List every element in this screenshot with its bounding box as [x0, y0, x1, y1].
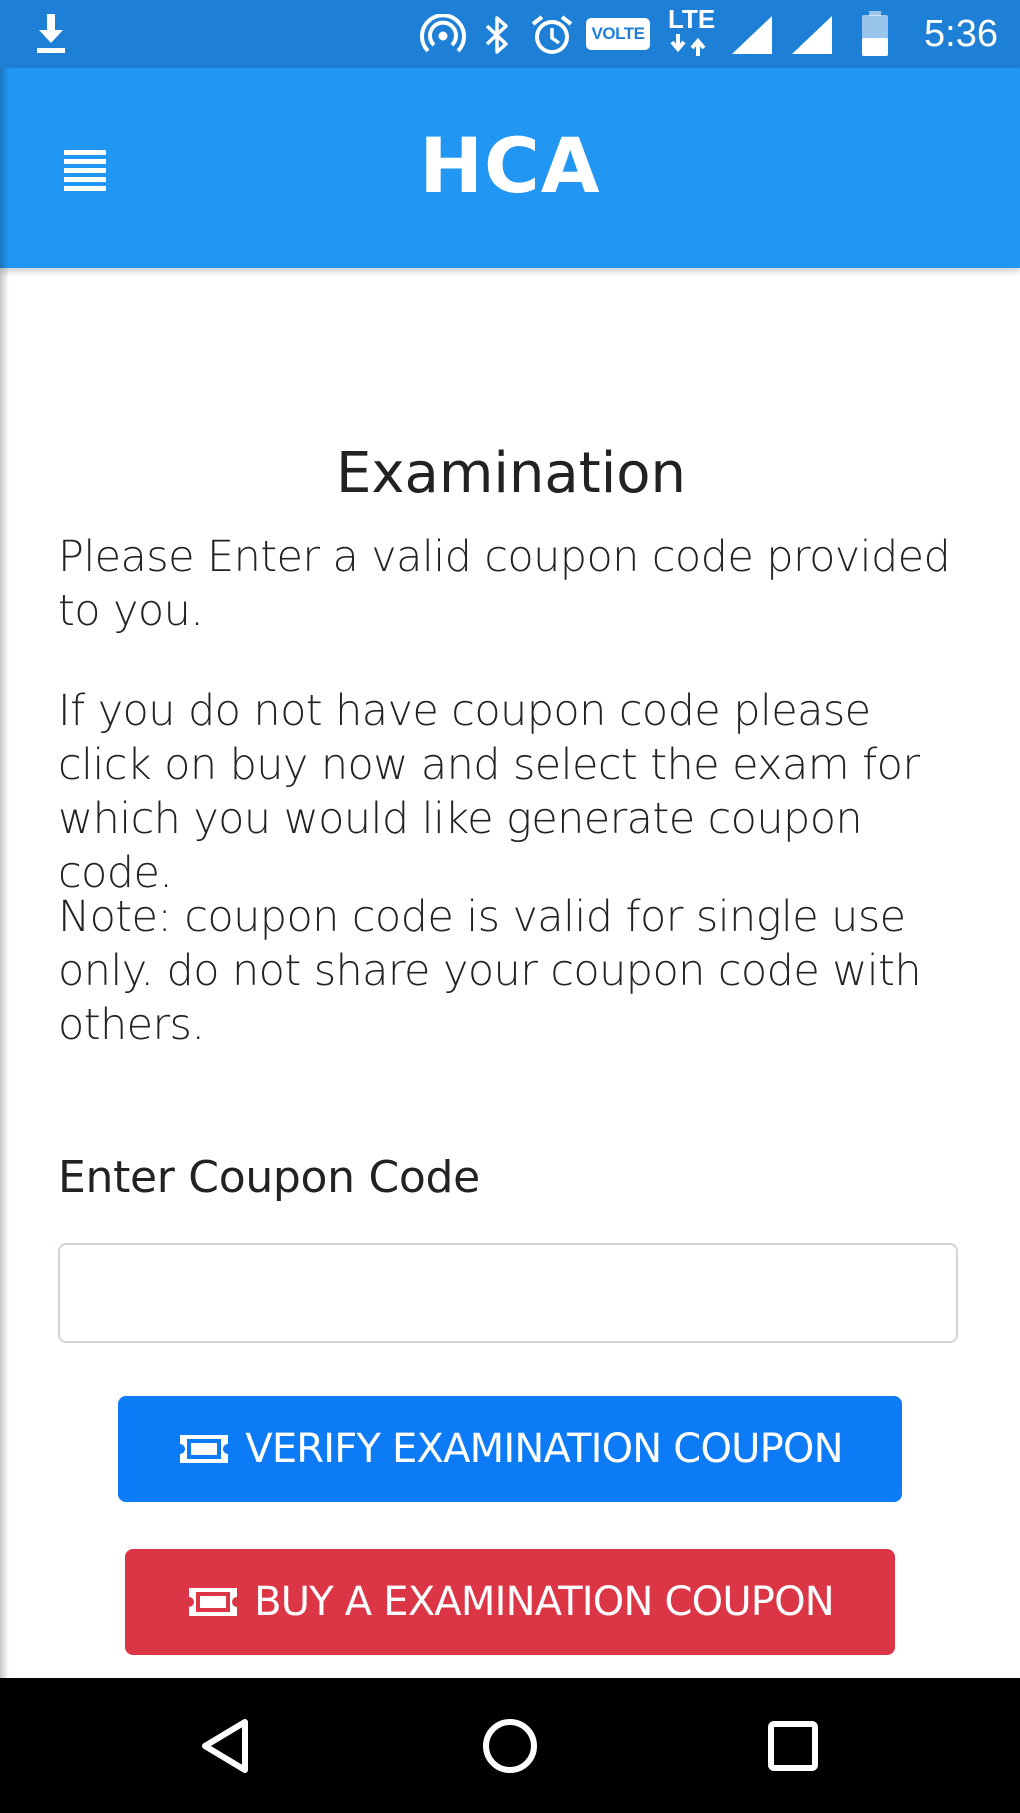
status-bar: VOLTE LTE 5:36 — [0, 0, 1020, 68]
battery-icon — [862, 11, 888, 56]
hotspot-icon — [420, 14, 466, 53]
bluetooth-icon — [485, 16, 508, 54]
verify-coupon-button[interactable]: VERIFY EXAMINATION COUPON — [118, 1396, 902, 1502]
coupon-input[interactable] — [58, 1243, 958, 1343]
verify-button-label: VERIFY EXAMINATION COUPON — [245, 1426, 843, 1472]
home-button[interactable] — [474, 1710, 546, 1782]
page-title: Examination — [335, 441, 687, 506]
alarm-icon — [531, 15, 573, 54]
coupon-label: Enter Coupon Code — [58, 1152, 480, 1203]
download-icon — [37, 14, 65, 53]
drawer-edge — [0, 68, 9, 1678]
recents-button[interactable] — [757, 1710, 829, 1782]
lte-icon: LTE — [668, 6, 718, 62]
app-title: HCA — [419, 121, 601, 210]
ticket-icon — [180, 1435, 229, 1463]
app-bar: HCA — [0, 68, 1020, 268]
recents-icon — [768, 1721, 818, 1771]
ticket-icon — [189, 1588, 238, 1616]
status-time: 5:36 — [924, 13, 998, 55]
lte-label: LTE — [668, 4, 716, 34]
signal-icon — [732, 16, 772, 54]
back-button[interactable] — [191, 1710, 263, 1782]
navigation-bar — [0, 1678, 1020, 1813]
note-text: Note: coupon code is valid for single us… — [58, 892, 922, 1050]
buy-coupon-button[interactable]: BUY A EXAMINATION COUPON — [125, 1549, 895, 1655]
home-icon — [483, 1719, 537, 1773]
instruction-text: Please Enter a valid coupon code provide… — [58, 532, 951, 636]
back-icon — [202, 1719, 248, 1773]
buy-button-label: BUY A EXAMINATION COUPON — [254, 1579, 835, 1625]
buy-instruction-text: If you do not have coupon code please cl… — [58, 686, 920, 898]
volte-icon: VOLTE — [586, 18, 650, 50]
signal-icon — [792, 16, 832, 54]
